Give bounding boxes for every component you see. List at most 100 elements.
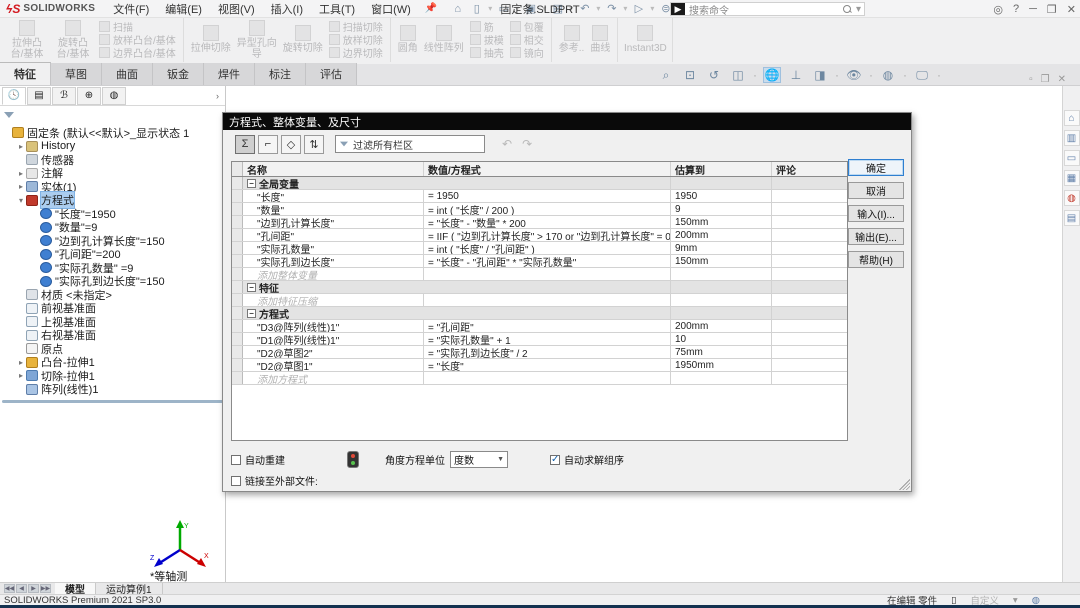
cell-comment[interactable] [772,229,847,241]
redo-icon[interactable]: ↷ [522,137,532,151]
ribbon-button[interactable]: 线性阵列 [421,20,467,60]
column-header-formula[interactable]: 数值/方程式 [424,162,671,176]
doc-restore-icon[interactable]: ❐ [1041,74,1050,85]
tab-display-manager[interactable]: ◍ [102,87,126,105]
doc-minimize-icon[interactable]: ▫ [1029,74,1033,85]
cell-formula[interactable]: = int ( "长度" / 200 ) [424,203,671,215]
tab-property-manager[interactable]: ▤ [27,87,51,105]
status-dropdown-icon[interactable]: ▾ [1013,595,1018,606]
tree-item[interactable]: "长度"=1950 [0,207,225,221]
panel-expand-icon[interactable]: › [216,91,219,101]
dialog-button[interactable]: 输出(E)... [848,228,904,245]
taskpane-custom-props-icon[interactable]: ▤ [1064,210,1080,226]
cell-formula[interactable]: = "长度" - "数量" * 200 [424,216,671,228]
table-placeholder-row[interactable]: 添加整体变量 [232,268,847,281]
cell-name[interactable]: "实际孔数量" [243,242,424,254]
restore-icon[interactable]: ❐ [1047,3,1057,16]
command-tab[interactable]: 焊件 [204,63,255,85]
ribbon-button[interactable]: 旋转切除 [280,20,326,60]
table-section-row[interactable]: −全局变量 [232,177,847,190]
tree-expand-icon[interactable]: ▸ [16,358,26,367]
display-style-icon[interactable]: ◨ [811,67,829,83]
cell-name[interactable]: "D1@阵列(线性)1" [243,333,424,345]
tree-item[interactable]: ▸切除-拉伸1 [0,369,225,383]
ordered-view-icon[interactable]: ◇ [281,135,301,154]
new-document-icon[interactable]: ▯ [468,1,485,16]
equation-view-icon[interactable]: Σ [235,135,255,154]
cell-comment[interactable] [772,320,847,332]
taskpane-library-icon[interactable]: ▦ [1064,170,1080,186]
command-search[interactable]: ▶ 搜索命令 ▾ [670,2,865,16]
command-tab[interactable]: 钣金 [153,63,204,85]
dialog-resize-grip[interactable] [899,479,910,490]
view-orientation-icon[interactable]: 🌐 [763,67,781,83]
home-icon[interactable]: ⌂ [449,1,466,16]
dimension-view-icon[interactable]: ⌐ [258,135,278,154]
rebuild-stoplight-icon[interactable] [347,451,359,468]
cell-formula[interactable]: = "实际孔到边长度" / 2 [424,346,671,358]
hide-show-items-icon[interactable]: 👁 [845,67,863,83]
tree-expand-icon[interactable]: ▾ [16,196,26,205]
command-tab[interactable]: 标注 [255,63,306,85]
edit-appearance-icon[interactable]: ◍ [879,67,897,83]
taskpane-home-icon[interactable]: ⌂ [1064,110,1080,126]
cell-name[interactable]: "D2@草图2" [243,346,424,358]
auto-solve-checkbox[interactable] [550,455,560,465]
search-icon[interactable] [842,4,852,14]
cell-formula[interactable]: = "实际孔数量" + 1 [424,333,671,345]
menu-item[interactable]: 文件(F) [105,0,157,18]
pin-icon[interactable]: 📌 [419,3,443,14]
command-tab[interactable]: 评估 [306,63,357,85]
table-row[interactable]: "D3@阵列(线性)1"= "孔间距"200mm [232,320,847,333]
collapse-icon[interactable]: − [247,179,256,188]
ribbon-button[interactable]: 曲线 [587,20,613,60]
column-header-name[interactable]: 名称 [243,162,424,176]
cell-formula[interactable]: = "长度" - "孔间距" * "实际孔数量" [424,255,671,267]
table-row[interactable]: "长度"= 19501950 [232,190,847,203]
ribbon-button[interactable]: 旋转凸台/基体 [50,20,96,60]
ribbon-button[interactable]: 参考.. [556,20,588,60]
previous-view-icon[interactable]: ↺ [705,67,723,83]
cell-comment[interactable] [772,359,847,371]
tab-prev-icon[interactable]: ◀ [16,584,27,593]
help-icon[interactable]: ? [1013,3,1019,15]
user-account-icon[interactable]: ◎ [993,3,1003,16]
tree-item[interactable]: 原点 [0,342,225,356]
ribbon-button[interactable]: Instant3D [622,20,668,60]
undo-icon[interactable]: ↶ [502,137,512,151]
cell-name[interactable]: "D3@阵列(线性)1" [243,320,424,332]
tab-next-icon[interactable]: ▶ [28,584,39,593]
collapse-icon[interactable]: − [247,283,256,292]
tree-expand-icon[interactable]: ▸ [16,169,26,178]
tree-item[interactable]: ▸凸台-拉伸1 [0,356,225,370]
cell-formula[interactable]: = IIF ( "边到孔计算长度" > 170 or "边到孔计算长度" = 0… [424,229,671,241]
tree-item[interactable]: 材质 <未指定> [0,288,225,302]
tree-item[interactable]: ▸注解 [0,167,225,181]
redo-icon[interactable]: ↷ [603,1,620,16]
table-section-row[interactable]: −特征 [232,281,847,294]
menu-item[interactable]: 工具(T) [311,0,363,18]
table-row[interactable]: "实际孔到边长度"= "长度" - "孔间距" * "实际孔数量"150mm [232,255,847,268]
normal-to-icon[interactable]: ⊥ [787,67,805,83]
select-icon[interactable]: ▷ [630,1,647,16]
taskpane-appearances-icon[interactable]: ◍ [1064,190,1080,206]
sheet-tab[interactable]: 模型 [55,583,96,595]
table-row[interactable]: "D1@阵列(线性)1"= "实际孔数量" + 110 [232,333,847,346]
view-settings-icon[interactable]: 🖵 [913,67,931,83]
table-section-row[interactable]: −方程式 [232,307,847,320]
ribbon-button[interactable]: 抽壳 [467,46,507,59]
cell-comment[interactable] [772,190,847,202]
menu-item[interactable]: 视图(V) [210,0,263,18]
cell-formula[interactable]: = int ( "长度" / "孔间距" ) [424,242,671,254]
cell-name[interactable]: "D2@草图1" [243,359,424,371]
table-row[interactable]: "D2@草图1"= "长度"1950mm [232,359,847,372]
tab-last-icon[interactable]: ▶▶ [40,584,51,593]
cell-comment[interactable] [772,333,847,345]
tree-item[interactable]: 前视基准面 [0,302,225,316]
cell-comment[interactable] [772,216,847,228]
table-placeholder-row[interactable]: 添加方程式 [232,372,847,385]
dialog-title-bar[interactable]: 方程式、整体变量、及尺寸 [223,113,911,130]
tab-first-icon[interactable]: ◀◀ [4,584,15,593]
auto-rebuild-checkbox[interactable] [231,455,241,465]
sorted-view-icon[interactable]: ⇅ [304,135,324,154]
